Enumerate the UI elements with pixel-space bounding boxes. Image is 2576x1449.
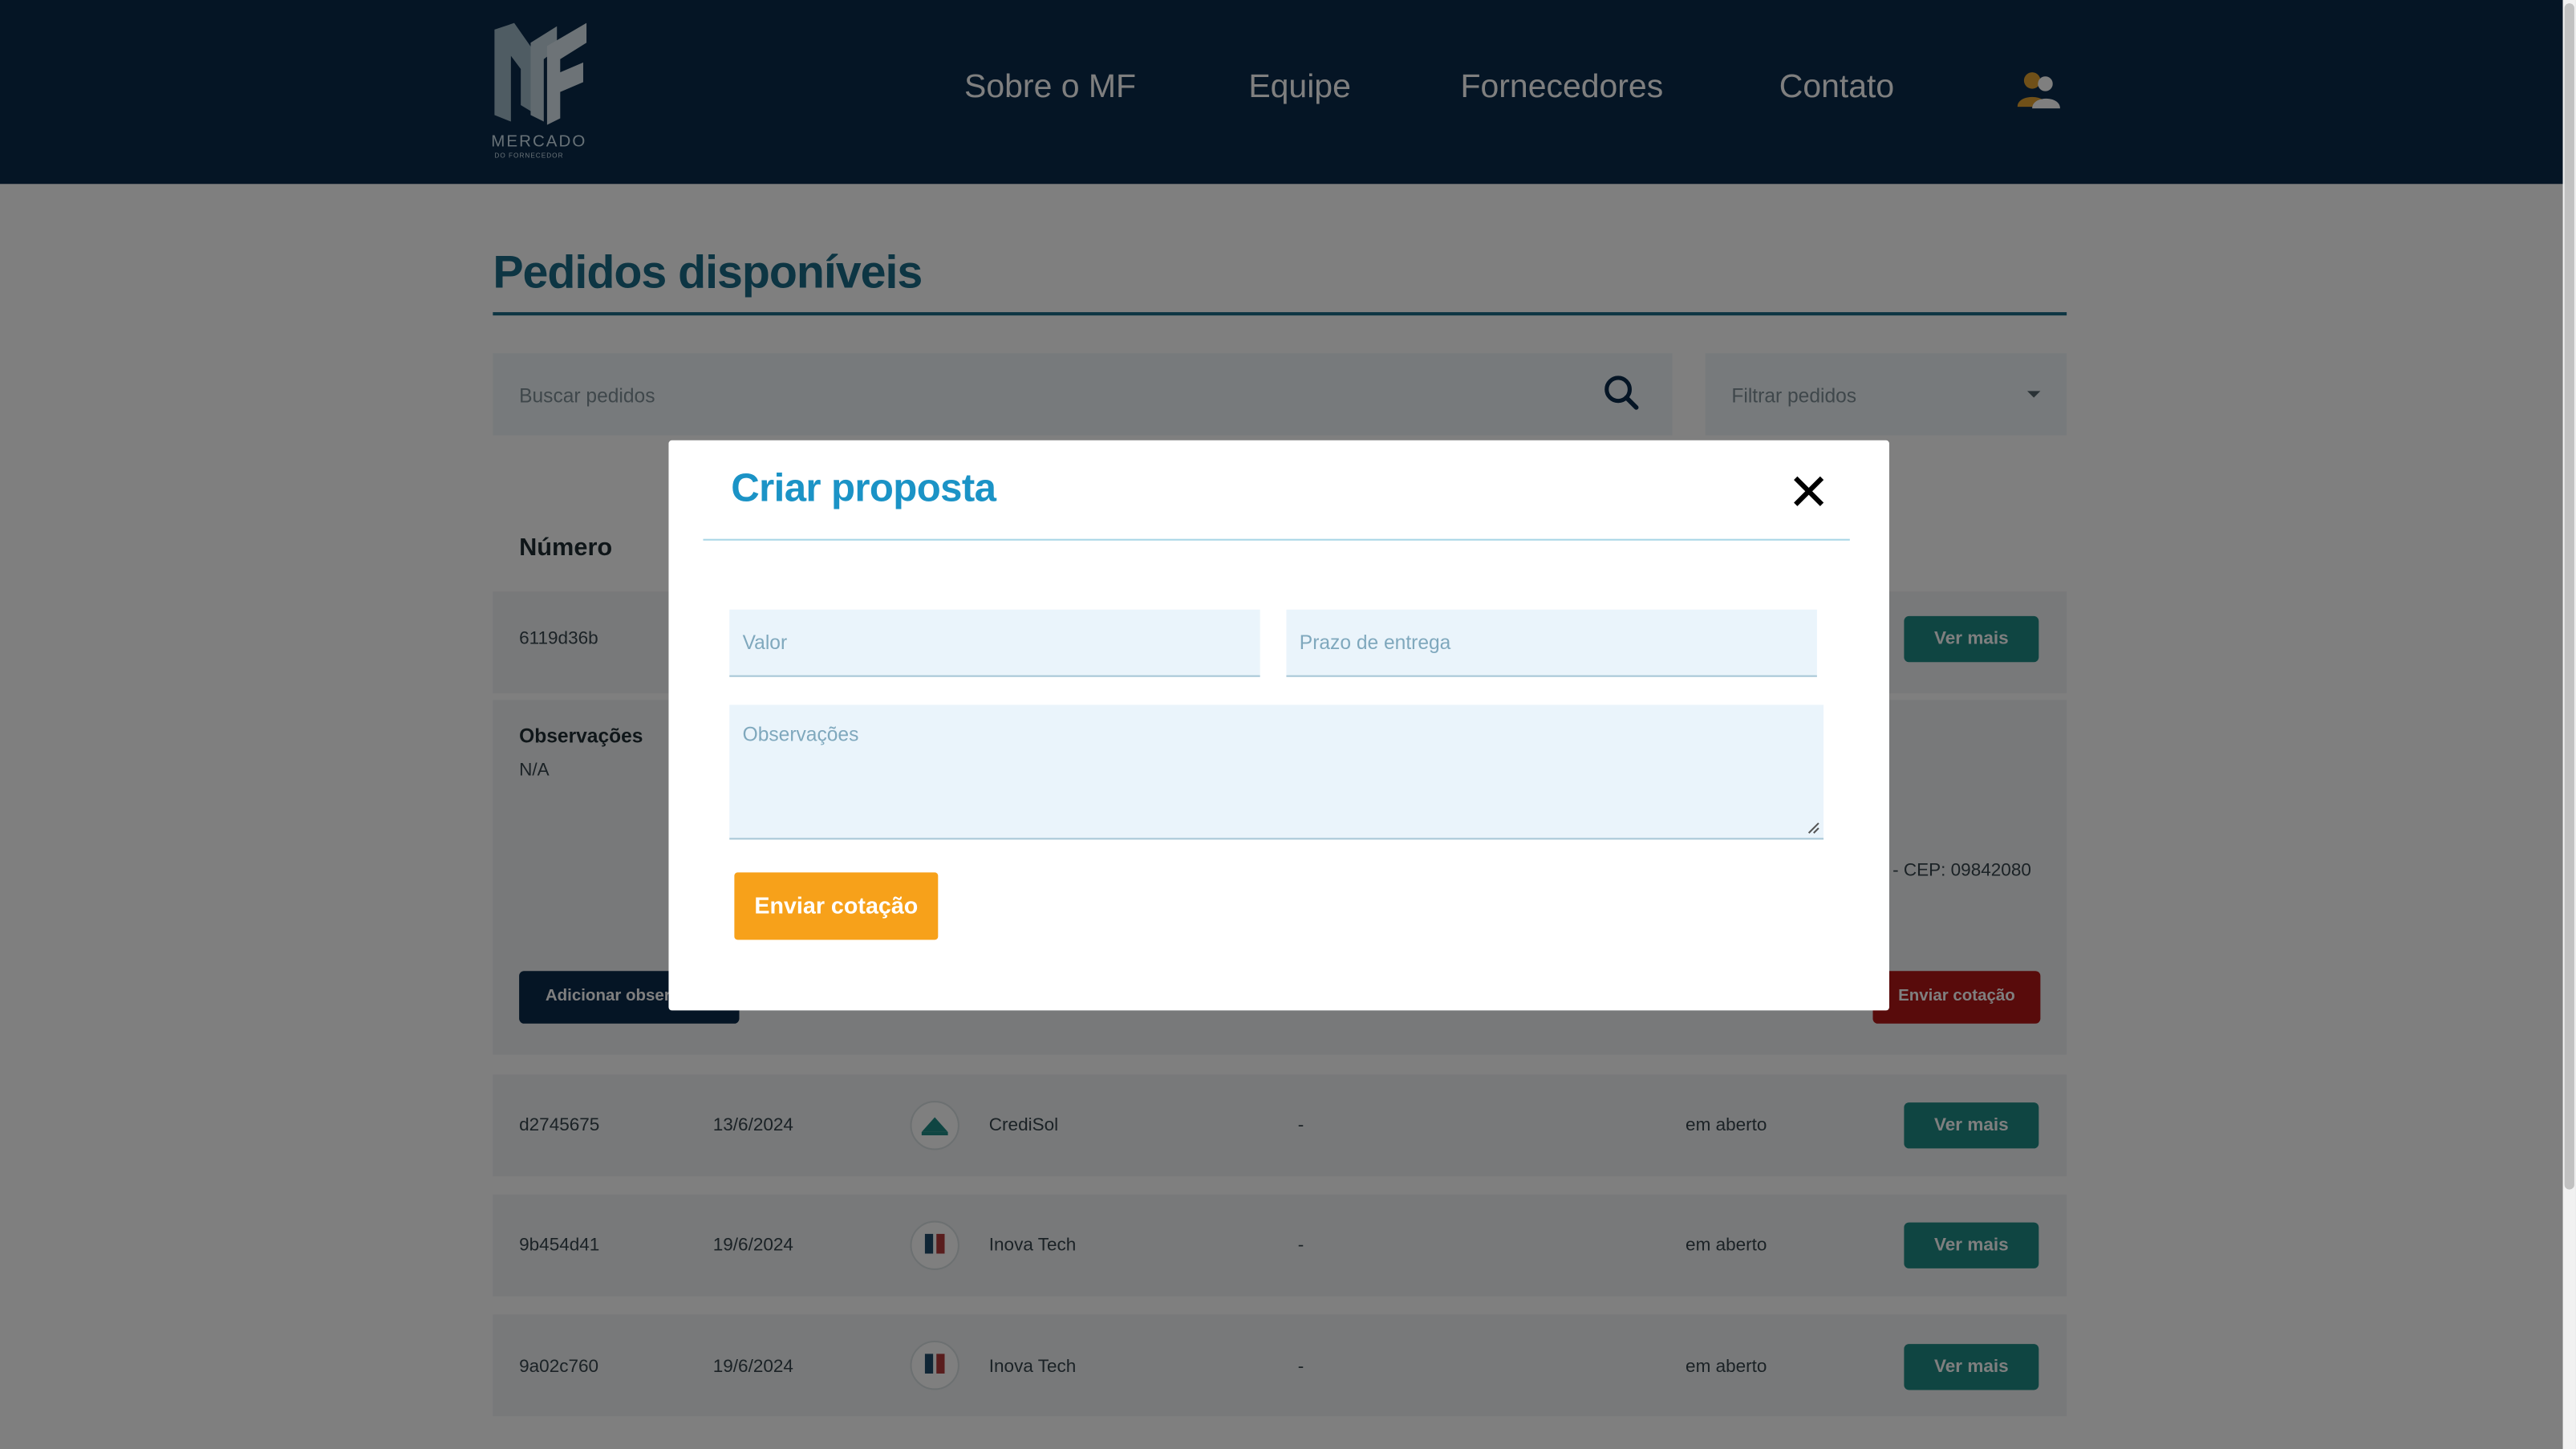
- page-root: MERCADO DO FORNECEDOR Sobre o MF Equipe …: [0, 0, 2576, 1449]
- modal-divider: [703, 538, 1850, 541]
- valor-input[interactable]: Valor: [729, 609, 1260, 677]
- enviar-cotacao-button[interactable]: Enviar cotação: [734, 872, 939, 940]
- observacoes-placeholder: Observações: [742, 723, 859, 746]
- valor-placeholder: Valor: [742, 631, 788, 655]
- prazo-entrega-input[interactable]: Prazo de entrega: [1286, 609, 1817, 677]
- create-proposal-modal: Criar proposta Valor Prazo de entrega Ob…: [668, 440, 1889, 1011]
- scrollbar-thumb[interactable]: [2564, 3, 2574, 1190]
- close-icon[interactable]: [1792, 475, 1825, 508]
- page-scale: MERCADO DO FORNECEDOR Sobre o MF Equipe …: [0, 0, 2576, 1449]
- modal-title: Criar proposta: [731, 466, 996, 511]
- observacoes-textarea[interactable]: Observações: [729, 704, 1824, 840]
- resize-handle-icon[interactable]: [1807, 822, 1820, 834]
- prazo-placeholder: Prazo de entrega: [1299, 631, 1451, 655]
